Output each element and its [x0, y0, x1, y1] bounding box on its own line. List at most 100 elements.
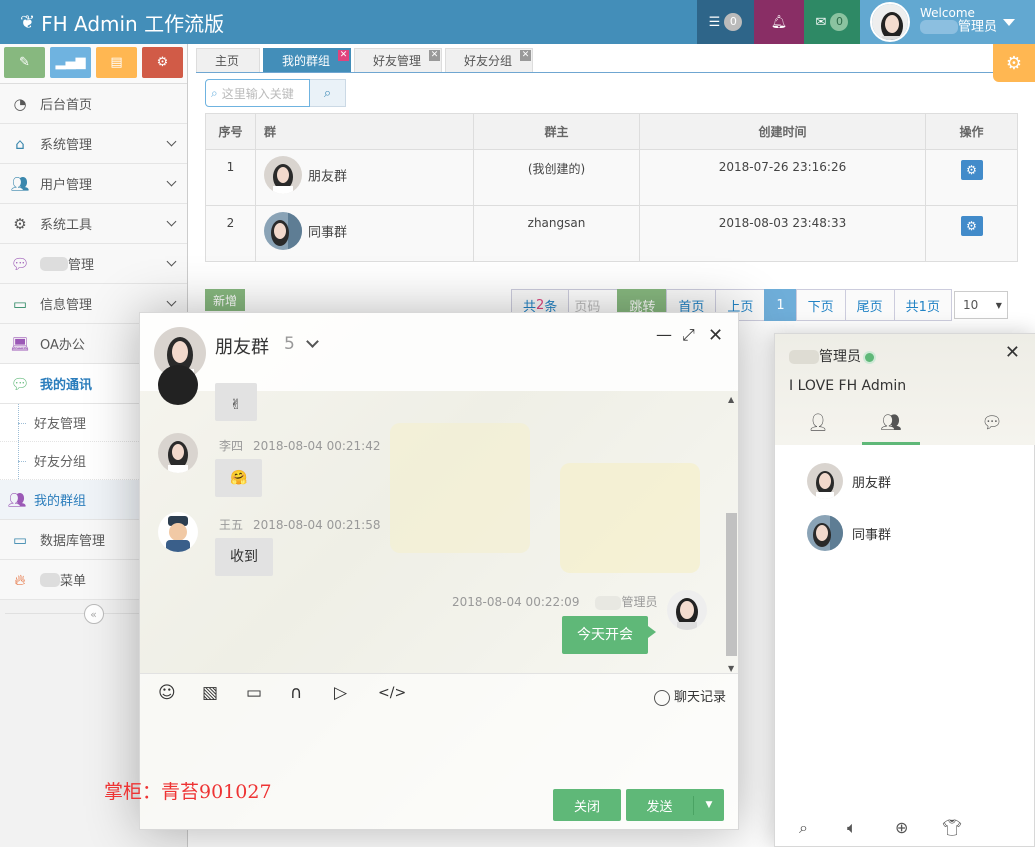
chat-header: 朋友群 5 — ⤢ ✕ [140, 313, 738, 391]
send-options-icon[interactable]: ▼ [694, 800, 724, 810]
settings-gear-button[interactable]: ⚙ [993, 44, 1035, 82]
sidebar-item-home[interactable]: ◔ 后台首页 [0, 84, 187, 124]
row-settings-button[interactable]: ⚙ [960, 160, 983, 180]
code-icon[interactable]: </> [378, 685, 406, 701]
sidebar-item-label: 信息管理 [40, 298, 93, 313]
im-main-panel: 管理员 ✕ I LOVE FH Admin 👤︎ 👥︎ 💬︎ 朋友群 同事群 ⌕… [774, 333, 1035, 847]
search-icon: ⌕ [211, 85, 218, 100]
group-icon: 👥︎ [7, 490, 27, 509]
row-group: 同事群 [255, 205, 474, 262]
row-settings-button[interactable]: ⚙ [960, 216, 983, 236]
last-page-button[interactable]: 尾页 [844, 289, 895, 321]
search-input[interactable]: ⌕ 这里输入关键 [205, 79, 310, 107]
group-avatar [264, 212, 302, 250]
chat-send-button[interactable]: 发送 ▼ [626, 789, 724, 821]
sidebar-item-label: 好友分组 [34, 455, 87, 470]
sidebar-item-label: 系统工具 [40, 218, 93, 233]
im-signature[interactable]: I LOVE FH Admin [789, 378, 906, 394]
history-tab-icon[interactable]: 💬︎ [963, 413, 1021, 433]
im-user: 管理员 [789, 346, 874, 366]
headphones-icon[interactable]: ∩ [290, 683, 302, 703]
add-icon[interactable]: ⊕ [895, 818, 908, 837]
chat-scrollbar[interactable]: ▲ ▼ [725, 391, 738, 673]
row-no: 1 [205, 149, 256, 206]
tab-home[interactable]: 主页 [196, 48, 261, 72]
tab-label: 我的群组 [282, 54, 331, 68]
chevron-down-icon [166, 296, 177, 307]
cogs-shortcut-button[interactable]: ⚙ [142, 47, 183, 78]
minimize-icon[interactable]: — [656, 325, 672, 344]
tab-friends[interactable]: 好友管理 ✕ [354, 48, 443, 72]
message-bubble-mine: 今天开会 [562, 616, 656, 654]
friends-tab-icon[interactable]: 👤︎ [789, 413, 847, 433]
chevron-down-icon [166, 256, 177, 267]
maximize-icon[interactable]: ⤢ [682, 325, 695, 345]
groups-tab-icon[interactable]: 👥︎ [862, 413, 920, 445]
emoji-icon[interactable]: ☺ [158, 683, 176, 703]
redacted-text [789, 350, 819, 364]
group-name: 朋友群 [852, 475, 892, 491]
group-name: 同事群 [852, 527, 892, 543]
book-shortcut-button[interactable]: ▤ [96, 47, 137, 78]
tab-friend-groups[interactable]: 好友分组 ✕ [445, 48, 534, 72]
sidebar-item-label: 菜单 [60, 574, 87, 589]
tab-my-groups[interactable]: 我的群组 ✕ [263, 48, 352, 72]
signal-shortcut-button[interactable]: ▂▄▆ [50, 47, 91, 78]
chat-history-button[interactable]: 聊天记录 [653, 686, 726, 706]
message-bubble: ✌ [215, 383, 257, 421]
add-button[interactable]: 新增 [205, 289, 245, 311]
skin-icon[interactable]: 👕︎ [942, 818, 962, 837]
next-page-button[interactable]: 下页 [795, 289, 846, 321]
sidebar-item-tools[interactable]: ⚙ 系统工具 [0, 204, 187, 244]
my-avatar [667, 590, 707, 630]
sidebar-item-chat-manage[interactable]: 💬︎ 管理 [0, 244, 187, 284]
chevron-down-icon [166, 176, 177, 187]
group-name: 朋友群 [308, 169, 348, 185]
scroll-down-icon[interactable]: ▼ [728, 664, 734, 673]
close-tab-icon[interactable]: ✕ [429, 50, 441, 61]
row-created: 2018-08-03 23:48:33 [639, 205, 926, 262]
user-menu-button[interactable]: Welcome 管理员 [860, 0, 1035, 44]
close-tab-icon[interactable]: ✕ [520, 50, 532, 61]
video-icon[interactable]: ▷ [334, 683, 347, 703]
folder-icon[interactable]: ▭ [246, 683, 262, 703]
list-item[interactable]: 朋友群 [807, 463, 891, 499]
close-icon[interactable]: ✕ [1005, 342, 1020, 363]
image-icon[interactable]: ▧ [202, 683, 218, 703]
search-button[interactable]: ⌕ [310, 79, 346, 107]
tab-label: 好友管理 [373, 54, 422, 68]
sidebar-item-users[interactable]: 👥︎ 用户管理 [0, 164, 187, 204]
send-label: 发送 [626, 795, 694, 815]
sound-icon[interactable]: 🔈︎ [847, 818, 857, 838]
signal-icon: ▂▄▆ [55, 55, 86, 70]
notifications-button[interactable]: 🔔︎ [754, 0, 804, 44]
sidebar-item-system[interactable]: ⌂ 系统管理 [0, 124, 187, 164]
brand[interactable]: ❦ FH Admin 工作流版 [20, 8, 224, 37]
dashboard-icon: ◔ [13, 94, 27, 113]
pencil-shortcut-button[interactable]: ✎ [4, 47, 45, 78]
chat-messages: ✌ 李四 2018-08-04 00:21:42 🤗 王五 2018-08-04 0… [140, 365, 738, 673]
messages-badge: 0 [830, 13, 849, 31]
close-tab-icon[interactable]: ✕ [338, 50, 350, 61]
online-status-icon[interactable] [865, 352, 874, 362]
list-item[interactable]: 同事群 [807, 515, 891, 551]
pager-pages: 共1页 [893, 289, 952, 321]
scroll-thumb[interactable] [726, 513, 737, 656]
message-meta: 李四 2018-08-04 00:21:42 [219, 437, 380, 454]
page-size-select[interactable]: 10 [953, 291, 1008, 319]
chat-close-button[interactable]: 关闭 [553, 789, 621, 821]
search-bar: ⌕ 这里输入关键 ⌕ [205, 79, 346, 107]
top-navbar: ❦ FH Admin 工作流版 ☰ 0 🔔︎ ✉ 0 Welcome 管理员 [0, 0, 1035, 44]
current-page[interactable]: 1 [764, 289, 797, 321]
clock-icon [653, 689, 670, 706]
cogs-icon: ⚙ [156, 55, 169, 70]
scroll-up-icon[interactable]: ▲ [728, 395, 734, 404]
row-actions: ⚙ [925, 205, 1018, 262]
close-icon[interactable]: ✕ [708, 325, 723, 346]
sidebar-shortcuts: ✎ ▂▄▆ ▤ ⚙ [0, 44, 187, 84]
search-icon[interactable]: ⌕ [799, 818, 808, 838]
tasks-button[interactable]: ☰ 0 [697, 0, 754, 44]
chevron-down-icon[interactable] [306, 335, 319, 348]
messages-button[interactable]: ✉ 0 [804, 0, 860, 44]
message-time: 2018-08-04 00:21:58 [253, 518, 381, 532]
